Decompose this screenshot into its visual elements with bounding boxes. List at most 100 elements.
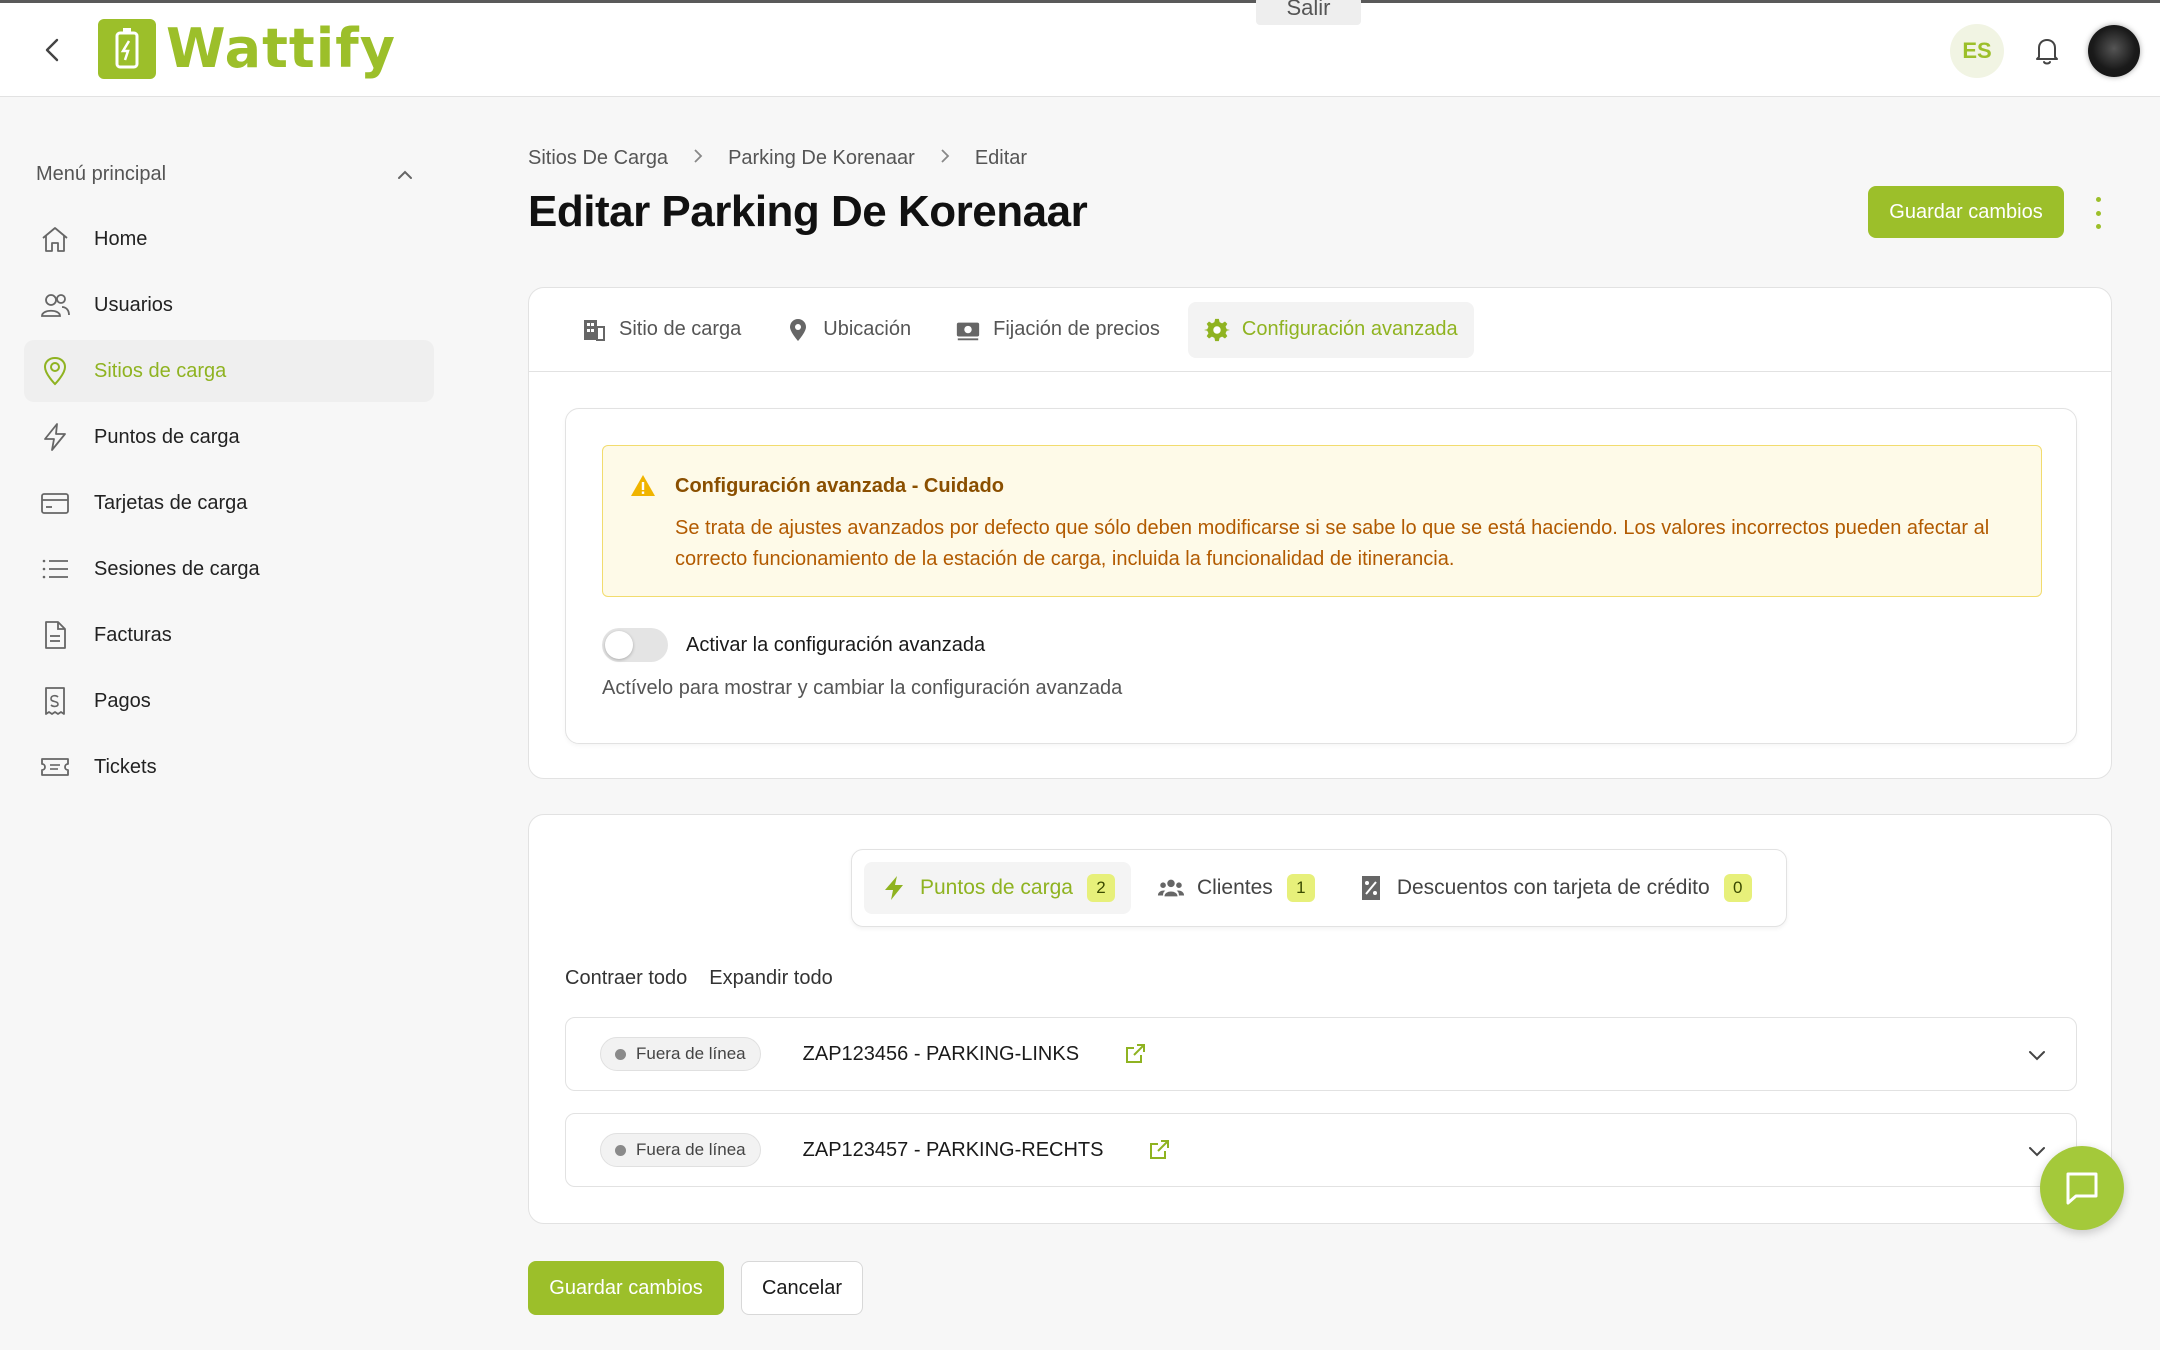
sidebar-item-charge-points[interactable]: Puntos de carga: [24, 406, 434, 468]
expand-all-link[interactable]: Expandir todo: [709, 967, 832, 990]
gear-icon: [1203, 317, 1230, 343]
list-icon: [38, 552, 72, 586]
lightning-icon: [880, 874, 908, 902]
bell-icon[interactable]: [2030, 33, 2064, 67]
receipt-icon: [38, 684, 72, 718]
chat-button[interactable]: [2040, 1146, 2124, 1230]
charge-point-row[interactable]: Fuera de línea ZAP123456 - PARKING-LINKS: [565, 1017, 2077, 1091]
toggle-label: Activar la configuración avanzada: [686, 634, 986, 656]
count-badge: 1: [1286, 874, 1315, 902]
money-icon: [955, 317, 981, 343]
menu-header[interactable]: Menú principal: [36, 163, 416, 186]
document-icon: [38, 618, 72, 652]
toggle-hint: Actívelo para mostrar y cambiar la confi…: [602, 677, 1123, 699]
sidebar-item-label: Tarjetas de carga: [94, 491, 248, 514]
tab-bar: Sitio de carga Ubicación Fijación de pre…: [529, 288, 2111, 372]
sidebar-item-payments[interactable]: Pagos: [24, 670, 434, 732]
warning-alert: Configuración avanzada - Cuidado Se trat…: [602, 445, 2042, 597]
sidebar-item-charging-cards[interactable]: Tarjetas de carga: [24, 472, 434, 534]
save-button-bottom[interactable]: Guardar cambios: [528, 1261, 724, 1315]
tab-card-discounts[interactable]: Descuentos con tarjeta de crédito 0: [1341, 862, 1768, 914]
main-nav: Home Usuarios Sitios de carga Puntos de …: [24, 208, 434, 802]
segmented-tabs: Puntos de carga 2 Clientes 1 Descuentos …: [851, 849, 1787, 927]
tab-label: Ubicación: [823, 318, 912, 340]
home-icon: [38, 222, 72, 256]
sidebar-item-label: Home: [94, 227, 148, 250]
charge-point-row[interactable]: Fuera de línea ZAP123457 - PARKING-RECHT…: [565, 1113, 2077, 1187]
language-switcher[interactable]: ES: [1950, 24, 2004, 78]
status-dot: [615, 1048, 626, 1060]
cancel-button[interactable]: Cancelar: [741, 1261, 863, 1315]
sidebar-item-label: Facturas: [94, 623, 172, 646]
tab-advanced-settings[interactable]: Configuración avanzada: [1187, 301, 1474, 358]
top-bar: Salir Wattify ES: [0, 0, 2160, 97]
sidebar-item-tickets[interactable]: Tickets: [24, 736, 434, 798]
status-badge: Fuera de línea: [600, 1133, 761, 1167]
sidebar-item-users[interactable]: Usuarios: [24, 274, 434, 336]
location-icon: [785, 317, 811, 343]
warning-title: Configuración avanzada - Cuidado: [675, 475, 1004, 497]
sidebar-item-label: Sesiones de carga: [94, 557, 260, 580]
chevron-down-icon[interactable]: [2024, 1138, 2050, 1164]
avatar[interactable]: [2088, 25, 2140, 77]
save-button[interactable]: Guardar cambios: [1868, 186, 2064, 238]
status-label: Fuera de línea: [636, 1044, 746, 1063]
external-link-icon[interactable]: [1123, 1042, 1147, 1066]
tab-label: Configuración avanzada: [1241, 318, 1458, 340]
collapse-all-link[interactable]: Contraer todo: [565, 967, 687, 990]
ticket-icon: [38, 750, 72, 784]
sidebar-item-charging-sites[interactable]: Sitios de carga: [24, 340, 434, 402]
sidebar-item-label: Pagos: [94, 689, 151, 712]
toggle-knob: [605, 631, 633, 659]
status-label: Fuera de línea: [636, 1140, 746, 1159]
page-title: Editar Parking De Korenaar: [528, 187, 1088, 236]
charge-point-name: ZAP123456 - PARKING-LINKS: [802, 1042, 1080, 1065]
count-badge: 2: [1086, 874, 1115, 902]
warning-text: Se trata de ajustes avanzados por defect…: [675, 517, 1990, 570]
map-pin-icon: [38, 354, 72, 388]
advanced-toggle[interactable]: [602, 628, 668, 662]
battery-icon: [98, 18, 156, 79]
logout-button[interactable]: Salir: [1256, 0, 1361, 25]
discount-icon: [1357, 874, 1385, 902]
users-icon: [38, 288, 72, 322]
tab-label: Puntos de carga: [920, 876, 1073, 899]
sidebar-item-invoices[interactable]: Facturas: [24, 604, 434, 666]
sidebar-item-label: Usuarios: [94, 293, 173, 316]
tab-charge-points[interactable]: Puntos de carga 2: [864, 862, 1131, 914]
tab-label: Descuentos con tarjeta de crédito: [1396, 876, 1710, 899]
settings-card: Sitio de carga Ubicación Fijación de pre…: [528, 287, 2112, 779]
back-arrow-icon[interactable]: [38, 35, 68, 65]
count-badge: 0: [1723, 874, 1752, 902]
expand-controls: Contraer todo Expandir todo: [565, 967, 855, 990]
chevron-right-icon: [690, 147, 706, 170]
tab-label: Fijación de precios: [993, 318, 1160, 340]
sidebar: Menú principal Home Usuarios Sitios de c…: [0, 97, 460, 1350]
credit-card-icon: [38, 486, 72, 520]
external-link-icon[interactable]: [1147, 1138, 1171, 1162]
sidebar-item-label: Sitios de carga: [94, 359, 227, 382]
sidebar-item-charging-sessions[interactable]: Sesiones de carga: [24, 538, 434, 600]
tab-location[interactable]: Ubicación: [769, 302, 927, 358]
chevron-right-icon: [937, 147, 953, 170]
logo[interactable]: Wattify: [98, 17, 396, 80]
more-options-icon[interactable]: [2088, 197, 2108, 229]
chat-icon: [2066, 1172, 2098, 1205]
breadcrumb-item[interactable]: Sitios De Carga: [528, 147, 668, 170]
chevron-up-icon[interactable]: [394, 164, 416, 186]
advanced-settings-panel: Configuración avanzada - Cuidado Se trat…: [565, 408, 2077, 744]
tab-clients[interactable]: Clientes 1: [1141, 862, 1331, 914]
breadcrumb-item[interactable]: Parking De Korenaar: [728, 147, 915, 170]
sidebar-item-home[interactable]: Home: [24, 208, 434, 270]
lightning-icon: [38, 420, 72, 454]
warning-icon: [631, 475, 655, 496]
charge-point-name: ZAP123457 - PARKING-RECHTS: [802, 1138, 1104, 1161]
chevron-down-icon[interactable]: [2024, 1042, 2050, 1068]
breadcrumb: Sitios De Carga Parking De Korenaar Edit…: [528, 147, 1027, 170]
breadcrumb-item-current: Editar: [974, 147, 1028, 169]
tab-pricing[interactable]: Fijación de precios: [939, 302, 1176, 358]
building-icon: [581, 317, 607, 343]
tab-charging-site[interactable]: Sitio de carga: [565, 302, 757, 358]
tab-label: Sitio de carga: [619, 318, 742, 340]
sidebar-item-label: Tickets: [94, 755, 157, 778]
